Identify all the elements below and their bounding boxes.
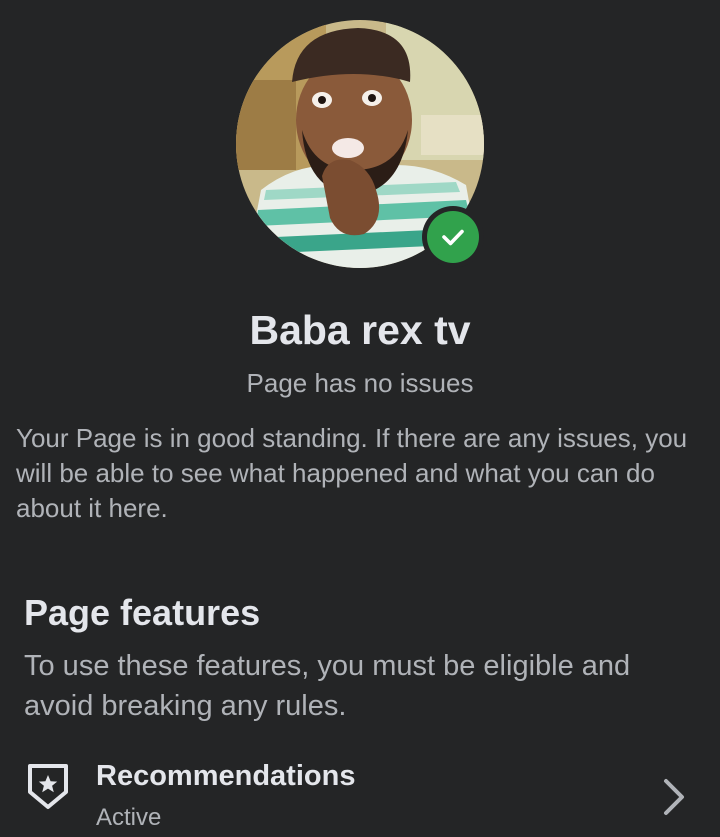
shield-star-icon xyxy=(26,762,70,812)
checkmark-icon xyxy=(427,211,479,263)
feature-label: Recommendations xyxy=(96,760,356,792)
page-quality-screen: Baba rex tv Page has no issues Your Page… xyxy=(0,0,720,837)
verified-badge xyxy=(422,206,484,268)
feature-status: Active xyxy=(96,804,162,831)
feature-item-recommendations[interactable]: Recommendations Active xyxy=(0,750,720,837)
page-status-text: Page has no issues xyxy=(246,368,474,398)
chevron-right-icon xyxy=(660,775,688,819)
page-title: Baba rex tv xyxy=(249,307,471,353)
section-description-page-features: To use these features, you must be eligi… xyxy=(24,650,631,722)
profile-avatar-container xyxy=(236,20,486,270)
section-title-page-features: Page features xyxy=(24,592,261,633)
page-status-description: Your Page is in good standing. If there … xyxy=(16,423,688,523)
